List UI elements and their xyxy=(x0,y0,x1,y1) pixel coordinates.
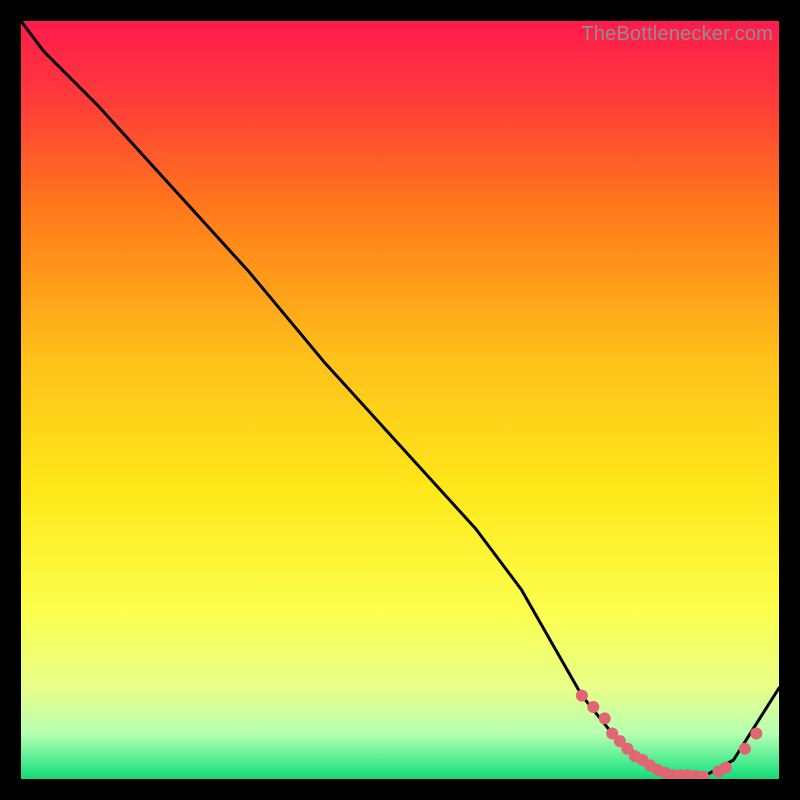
highlight-dot xyxy=(576,690,588,702)
chart-frame: TheBottlenecker.com xyxy=(21,21,779,779)
highlight-dot xyxy=(599,712,611,724)
highlight-dot xyxy=(587,701,599,713)
highlight-dot xyxy=(750,728,762,740)
gradient-background xyxy=(21,21,779,779)
watermark-text: TheBottlenecker.com xyxy=(581,23,773,46)
highlight-dot xyxy=(720,762,732,774)
bottleneck-chart xyxy=(21,21,779,779)
highlight-dot xyxy=(739,743,751,755)
